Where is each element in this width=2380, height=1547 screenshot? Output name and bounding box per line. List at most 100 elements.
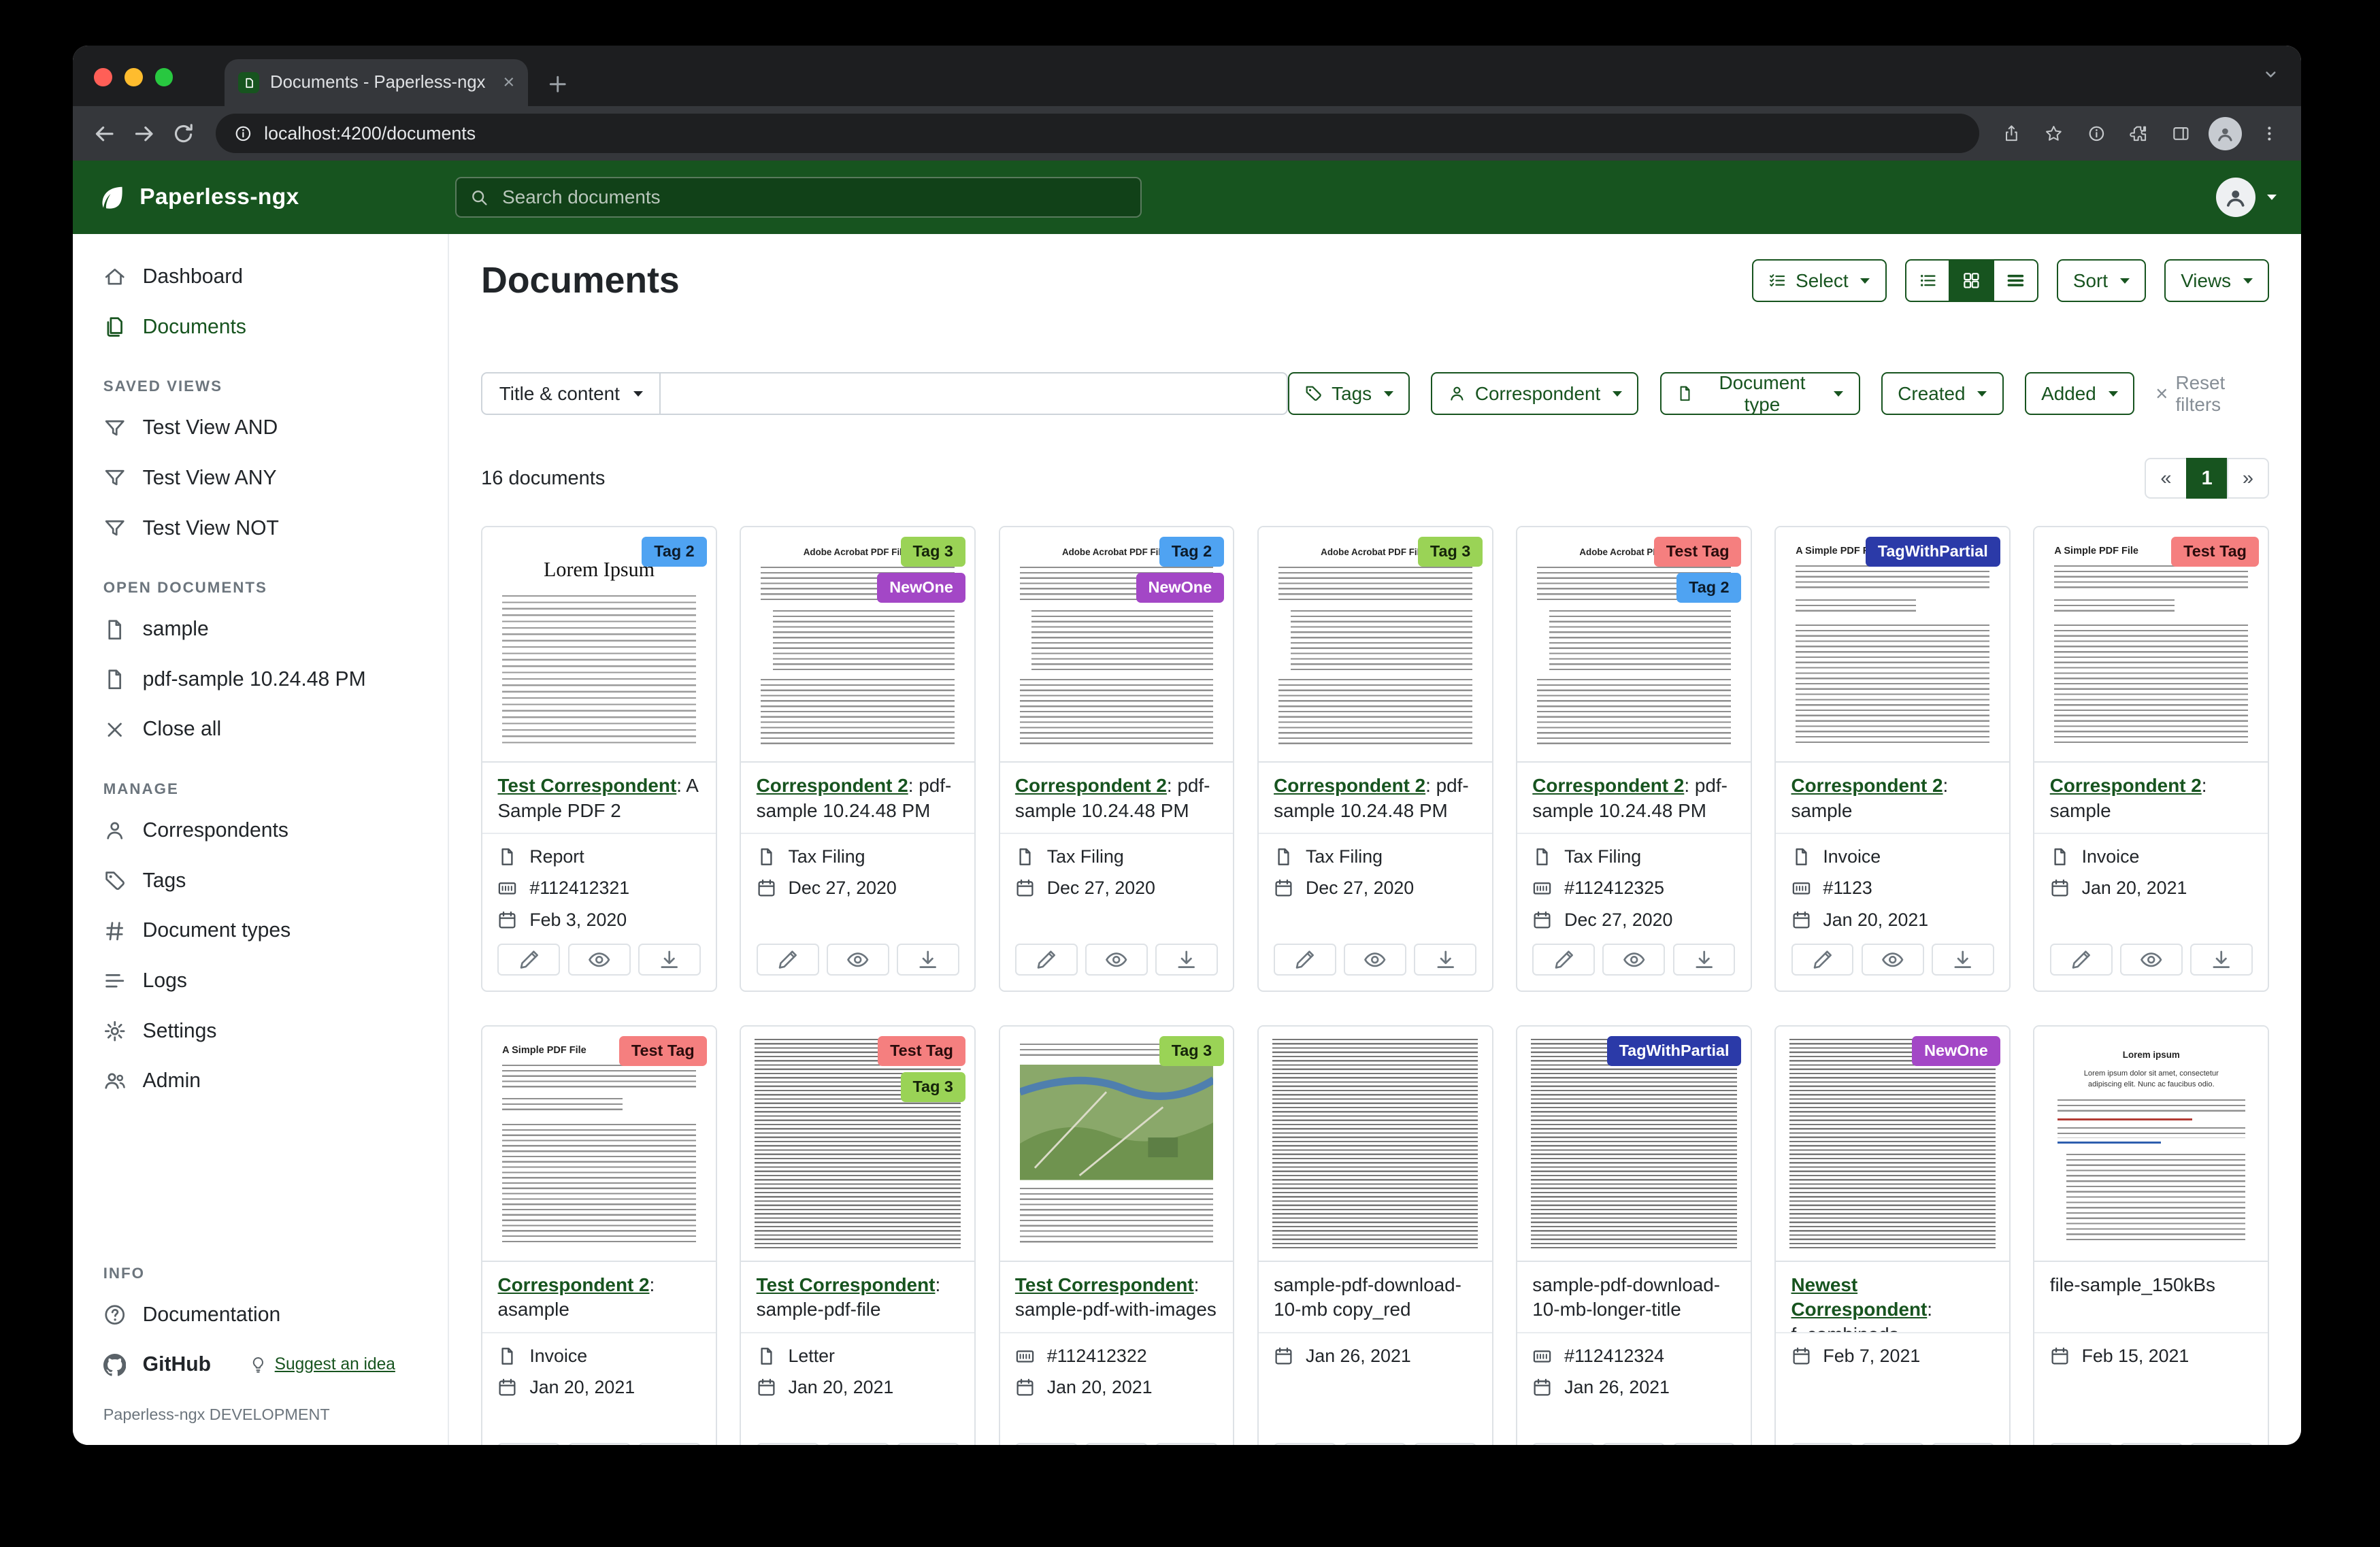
global-search[interactable] — [455, 177, 1141, 218]
view-button[interactable] — [568, 1443, 631, 1445]
created-filter-button[interactable]: Created — [1881, 372, 2004, 414]
browser-menu-icon[interactable] — [2249, 114, 2289, 153]
tag-badge[interactable]: NewOne — [877, 573, 965, 603]
edit-button[interactable] — [497, 944, 560, 976]
correspondent-link[interactable]: Correspondent 2 — [1791, 775, 1943, 796]
document-thumbnail[interactable]: Adobe Acrobat PDF Files Tag 2NewOne — [1000, 527, 1234, 763]
view-button[interactable] — [1085, 944, 1148, 976]
bookmark-star-icon[interactable] — [2034, 114, 2073, 153]
extensions-icon[interactable] — [2119, 114, 2158, 153]
document-card[interactable]: A Simple PDF File Test Tag Correspondent… — [2033, 526, 2269, 992]
correspondent-link[interactable]: Test Correspondent — [757, 1274, 936, 1295]
sidebar-item-documentation[interactable]: Documentation — [73, 1290, 448, 1340]
app-brand[interactable]: Paperless-ngx — [97, 182, 455, 213]
sidebar-item-github[interactable]: GitHub Suggest an idea — [73, 1340, 448, 1391]
views-button[interactable]: Views — [2164, 259, 2269, 301]
edit-button[interactable] — [1015, 944, 1078, 976]
document-card[interactable]: Adobe Acrobat PDF Files Tag 3 Correspond… — [1257, 526, 1493, 992]
download-button[interactable] — [1414, 944, 1476, 976]
view-button[interactable] — [2120, 944, 2183, 976]
view-button[interactable] — [568, 944, 631, 976]
tag-badge[interactable]: Tag 2 — [1159, 537, 1224, 567]
tab-search-icon[interactable] — [2262, 65, 2280, 84]
download-button[interactable] — [2190, 1443, 2253, 1445]
document-card[interactable]: A Simple PDF File Test Tag Correspondent… — [481, 1025, 717, 1445]
sidebar-item-test-view-not[interactable]: Test View NOT — [73, 503, 448, 554]
next-page-button[interactable]: » — [2227, 458, 2269, 499]
sidebar-item-admin[interactable]: Admin — [73, 1056, 448, 1106]
tag-badge[interactable]: NewOne — [1912, 1036, 2000, 1066]
sidebar-item-settings[interactable]: Settings — [73, 1006, 448, 1057]
edit-button[interactable] — [757, 944, 819, 976]
document-thumbnail[interactable]: Tag 3 — [1000, 1027, 1234, 1262]
correspondent-link[interactable]: Newest Correspondent — [1791, 1274, 1928, 1320]
download-button[interactable] — [1155, 944, 1218, 976]
edit-button[interactable] — [2050, 944, 2113, 976]
added-filter-button[interactable]: Added — [2025, 372, 2134, 414]
download-button[interactable] — [1932, 1443, 1994, 1445]
download-button[interactable] — [1414, 1443, 1476, 1445]
download-button[interactable] — [2190, 944, 2253, 976]
edit-button[interactable] — [1274, 944, 1336, 976]
edit-button[interactable] — [1015, 1443, 1078, 1445]
view-button[interactable] — [827, 1443, 889, 1445]
current-page-button[interactable]: 1 — [2186, 458, 2228, 499]
document-thumbnail[interactable]: Adobe Acrobat PDF Files Tag 3NewOne — [741, 527, 974, 763]
sidebar-item-test-view-and[interactable]: Test View AND — [73, 403, 448, 454]
download-button[interactable] — [638, 944, 701, 976]
side-panel-icon[interactable] — [2162, 114, 2201, 153]
tag-badge[interactable]: Tag 3 — [1159, 1036, 1224, 1066]
reset-filters-button[interactable]: × Reset filters — [2155, 372, 2269, 416]
tag-badge[interactable]: Test Tag — [2171, 537, 2258, 567]
tag-badge[interactable]: TagWithPartial — [1866, 537, 2000, 567]
view-button[interactable] — [2120, 1443, 2183, 1445]
minimize-window-button[interactable] — [125, 68, 143, 86]
document-card[interactable]: sample-pdf-download-10-mb copy_red Jan 2… — [1257, 1025, 1493, 1445]
sidebar-item-open-doc-sample[interactable]: sample — [73, 604, 448, 654]
forward-button[interactable] — [125, 114, 164, 153]
download-button[interactable] — [1673, 944, 1736, 976]
edit-button[interactable] — [497, 1443, 560, 1445]
document-thumbnail[interactable]: Test TagTag 3 — [741, 1027, 974, 1262]
document-card[interactable]: Adobe Acrobat PDF Files Tag 3NewOne Corr… — [740, 526, 976, 992]
info-circle-icon[interactable] — [2077, 114, 2116, 153]
sidebar-item-logs[interactable]: Logs — [73, 956, 448, 1006]
search-input[interactable] — [499, 185, 1127, 210]
download-button[interactable] — [897, 1443, 959, 1445]
correspondent-filter-button[interactable]: Correspondent — [1431, 372, 1638, 414]
correspondent-link[interactable]: Test Correspondent — [497, 775, 676, 796]
sidebar-item-open-doc-pdf-sample[interactable]: pdf-sample 10.24.48 PM — [73, 654, 448, 705]
correspondent-link[interactable]: Correspondent 2 — [2050, 775, 2202, 796]
document-thumbnail[interactable]: A Simple PDF File Test Tag — [482, 1027, 716, 1262]
edit-button[interactable] — [757, 1443, 819, 1445]
edit-button[interactable] — [1274, 1443, 1336, 1445]
download-button[interactable] — [1155, 1443, 1218, 1445]
tag-badge[interactable]: Tag 3 — [901, 1072, 965, 1102]
view-button[interactable] — [1344, 944, 1406, 976]
document-card[interactable]: NewOne Newest Correspondent: f_combineds… — [1774, 1025, 2011, 1445]
document-thumbnail[interactable]: Adobe Acrobat PDF Files Tag 3 — [1259, 527, 1492, 763]
edit-button[interactable] — [1791, 1443, 1854, 1445]
maximize-window-button[interactable] — [155, 68, 173, 86]
tag-badge[interactable]: Tag 3 — [901, 537, 965, 567]
view-button[interactable] — [1085, 1443, 1148, 1445]
correspondent-link[interactable]: Correspondent 2 — [1274, 775, 1425, 796]
tag-badge[interactable]: Tag 2 — [1676, 573, 1741, 603]
edit-button[interactable] — [1532, 944, 1595, 976]
filter-query-input[interactable] — [661, 372, 1287, 414]
address-bar[interactable]: localhost:4200/documents — [216, 114, 1979, 153]
share-icon[interactable] — [1991, 114, 2031, 153]
document-thumbnail[interactable]: A Simple PDF File TagWithPartial — [1776, 527, 2009, 763]
previous-page-button[interactable]: « — [2145, 458, 2187, 499]
sidebar-item-correspondents[interactable]: Correspondents — [73, 805, 448, 856]
sidebar-item-document-types[interactable]: Document types — [73, 906, 448, 957]
correspondent-link[interactable]: Correspondent 2 — [1532, 775, 1684, 796]
grid-view-button[interactable] — [1949, 259, 1994, 301]
correspondent-link[interactable]: Test Correspondent — [1015, 1274, 1194, 1295]
edit-button[interactable] — [1791, 944, 1854, 976]
sidebar-item-close-all[interactable]: Close all — [73, 705, 448, 755]
tag-badge[interactable]: TagWithPartial — [1607, 1036, 1742, 1066]
tag-badge[interactable]: Tag 2 — [642, 537, 706, 567]
sidebar-item-test-view-any[interactable]: Test View ANY — [73, 453, 448, 503]
document-card[interactable]: Adobe Acrobat PDF Files Tag 2NewOne Corr… — [999, 526, 1235, 992]
